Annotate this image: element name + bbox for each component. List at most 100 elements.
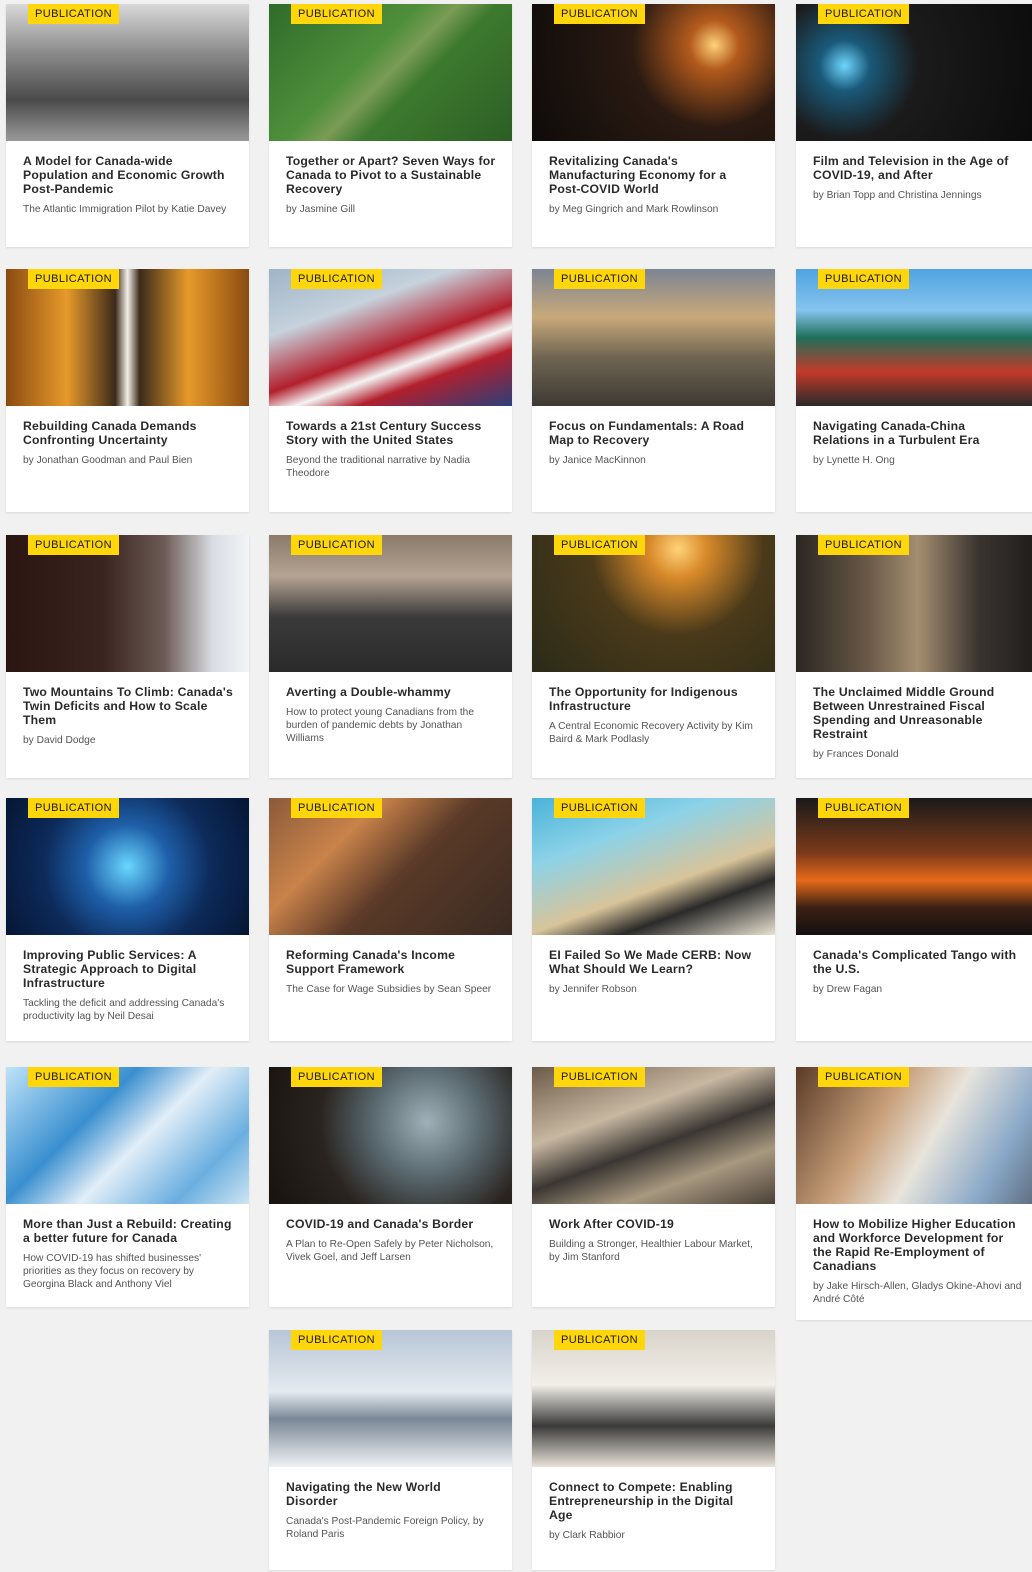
publication-card[interactable]: PUBLICATION EI Failed So We Made CERB: No… <box>532 798 775 1041</box>
publication-thumbnail[interactable]: PUBLICATION <box>796 4 1032 141</box>
publication-byline: by David Dodge <box>23 735 96 746</box>
publication-card[interactable]: PUBLICATION Navigating Canada-China Relat… <box>796 269 1032 512</box>
publication-title[interactable]: Reforming Canada's Income Support Framew… <box>286 948 496 976</box>
publication-card[interactable]: PUBLICATION Revitalizing Canada's Manufac… <box>532 4 775 247</box>
publication-title[interactable]: More than Just a Rebuild: Creating a bet… <box>23 1217 233 1245</box>
publication-thumbnail[interactable]: PUBLICATION <box>269 269 512 406</box>
publication-card[interactable]: PUBLICATION Together or Apart? Seven Ways… <box>269 4 512 247</box>
publication-byline: by Jennifer Robson <box>549 984 637 995</box>
publication-card[interactable]: PUBLICATION The Opportunity for Indigenou… <box>532 535 775 778</box>
publication-title[interactable]: The Unclaimed Middle Ground Between Unre… <box>813 685 1023 741</box>
publication-card[interactable]: PUBLICATION Navigating the New World Diso… <box>269 1330 512 1570</box>
publication-card[interactable]: PUBLICATION Two Mountains To Climb: Canad… <box>6 535 249 778</box>
publication-byline: The Atlantic Immigration Pilot by Katie … <box>23 204 227 215</box>
publication-card[interactable]: PUBLICATION More than Just a Rebuild: Cre… <box>6 1067 249 1307</box>
publication-badge: PUBLICATION <box>291 798 382 818</box>
publication-title[interactable]: Focus on Fundamentals: A Road Map to Rec… <box>549 419 759 447</box>
publication-thumbnail[interactable]: PUBLICATION <box>269 4 512 141</box>
publication-badge: PUBLICATION <box>818 535 909 555</box>
publication-title[interactable]: The Opportunity for Indigenous Infrastru… <box>549 685 759 713</box>
publication-card[interactable]: PUBLICATION A Model for Canada-wide Popul… <box>6 4 249 247</box>
publication-card[interactable]: PUBLICATION The Unclaimed Middle Ground B… <box>796 535 1032 778</box>
publication-title[interactable]: A Model for Canada-wide Population and E… <box>23 154 233 196</box>
publication-badge: PUBLICATION <box>28 798 119 818</box>
publication-title[interactable]: Work After COVID-19 <box>549 1217 759 1231</box>
publication-badge: PUBLICATION <box>818 798 909 818</box>
publication-badge: PUBLICATION <box>28 4 119 24</box>
publication-title[interactable]: Navigating the New World Disorder <box>286 1480 496 1508</box>
publication-byline: How COVID-19 has shifted businesses' pri… <box>23 1253 202 1290</box>
publication-badge: PUBLICATION <box>291 535 382 555</box>
publication-card[interactable]: PUBLICATION Rebuilding Canada Demands Con… <box>6 269 249 512</box>
publication-title[interactable]: Averting a Double-whammy <box>286 685 496 699</box>
publication-card[interactable]: PUBLICATION Towards a 21st Century Succes… <box>269 269 512 512</box>
publication-title[interactable]: Film and Television in the Age of COVID-… <box>813 154 1023 182</box>
publication-card[interactable]: PUBLICATION Averting a Double-whammy How t… <box>269 535 512 778</box>
publication-thumbnail[interactable]: PUBLICATION <box>532 535 775 672</box>
publication-byline: Tackling the deficit and addressing Cana… <box>23 998 225 1022</box>
publication-title[interactable]: Canada's Complicated Tango with the U.S. <box>813 948 1023 976</box>
publication-title[interactable]: Together or Apart? Seven Ways for Canada… <box>286 154 496 196</box>
publication-title[interactable]: EI Failed So We Made CERB: Now What Shou… <box>549 948 759 976</box>
publication-byline: Beyond the traditional narrative by Nadi… <box>286 455 471 479</box>
publication-card[interactable]: PUBLICATION Film and Television in the Ag… <box>796 4 1032 247</box>
publication-title[interactable]: Revitalizing Canada's Manufacturing Econ… <box>549 154 759 196</box>
publication-thumbnail[interactable]: PUBLICATION <box>796 798 1032 935</box>
publication-title[interactable]: Rebuilding Canada Demands Confronting Un… <box>23 419 233 447</box>
publication-thumbnail[interactable]: PUBLICATION <box>796 1067 1032 1204</box>
publication-thumbnail[interactable]: PUBLICATION <box>269 535 512 672</box>
publication-thumbnail[interactable]: PUBLICATION <box>532 1330 775 1467</box>
publication-badge: PUBLICATION <box>291 4 382 24</box>
publication-thumbnail[interactable]: PUBLICATION <box>269 1067 512 1204</box>
publication-card[interactable]: PUBLICATION Focus on Fundamentals: A Road… <box>532 269 775 512</box>
publication-byline: by Jasmine Gill <box>286 204 356 215</box>
publication-badge: PUBLICATION <box>554 269 645 289</box>
publication-badge: PUBLICATION <box>554 1067 645 1087</box>
publication-thumbnail[interactable]: PUBLICATION <box>532 1067 775 1204</box>
publication-title[interactable]: Navigating Canada-China Relations in a T… <box>813 419 1023 447</box>
publication-thumbnail[interactable]: PUBLICATION <box>532 798 775 935</box>
publication-byline: by Clark Rabbior <box>549 1530 625 1541</box>
publication-card[interactable]: PUBLICATION Canada's Complicated Tango wi… <box>796 798 1032 1041</box>
publication-card[interactable]: PUBLICATION Reforming Canada's Income Sup… <box>269 798 512 1041</box>
publication-byline: by Frances Donald <box>813 749 899 760</box>
publication-badge: PUBLICATION <box>818 269 909 289</box>
publication-badge: PUBLICATION <box>28 269 119 289</box>
publication-badge: PUBLICATION <box>818 1067 909 1087</box>
publication-card[interactable]: PUBLICATION How to Mobilize Higher Educat… <box>796 1067 1032 1320</box>
publication-byline: by Drew Fagan <box>813 984 883 995</box>
publication-thumbnail[interactable]: PUBLICATION <box>6 1067 249 1204</box>
publication-thumbnail[interactable]: PUBLICATION <box>532 269 775 406</box>
publication-byline: How to protect young Canadians from the … <box>286 707 475 744</box>
publication-byline: A Central Economic Recovery Activity by … <box>549 721 753 745</box>
publication-thumbnail[interactable]: PUBLICATION <box>796 535 1032 672</box>
publication-thumbnail[interactable]: PUBLICATION <box>6 535 249 672</box>
publication-card[interactable]: PUBLICATION Work After COVID-19 Building a… <box>532 1067 775 1307</box>
publication-title[interactable]: Two Mountains To Climb: Canada's Twin De… <box>23 685 233 727</box>
publication-thumbnail[interactable]: PUBLICATION <box>6 798 249 935</box>
publication-badge: PUBLICATION <box>554 535 645 555</box>
publication-title[interactable]: Connect to Compete: Enabling Entrepreneu… <box>549 1480 759 1522</box>
publication-badge: PUBLICATION <box>28 535 119 555</box>
publication-thumbnail[interactable]: PUBLICATION <box>796 269 1032 406</box>
publication-title[interactable]: How to Mobilize Higher Education and Wor… <box>813 1217 1023 1273</box>
publication-byline: by Lynette H. Ong <box>813 455 895 466</box>
publication-thumbnail[interactable]: PUBLICATION <box>532 4 775 141</box>
publication-byline: A Plan to Re-Open Safely by Peter Nichol… <box>286 1239 494 1263</box>
publication-card[interactable]: PUBLICATION COVID-19 and Canada's Border A… <box>269 1067 512 1307</box>
publication-card[interactable]: PUBLICATION Improving Public Services: A … <box>6 798 249 1041</box>
publication-badge: PUBLICATION <box>818 4 909 24</box>
publication-badge: PUBLICATION <box>291 269 382 289</box>
publication-title[interactable]: Towards a 21st Century Success Story wit… <box>286 419 496 447</box>
publication-byline: Building a Stronger, Healthier Labour Ma… <box>549 1239 753 1263</box>
publication-badge: PUBLICATION <box>554 798 645 818</box>
publication-thumbnail[interactable]: PUBLICATION <box>269 1330 512 1467</box>
publication-title[interactable]: COVID-19 and Canada's Border <box>286 1217 496 1231</box>
publication-byline: Canada's Post-Pandemic Foreign Policy, b… <box>286 1516 484 1540</box>
publication-thumbnail[interactable]: PUBLICATION <box>269 798 512 935</box>
publication-thumbnail[interactable]: PUBLICATION <box>6 4 249 141</box>
publication-badge: PUBLICATION <box>291 1067 382 1087</box>
publication-title[interactable]: Improving Public Services: A Strategic A… <box>23 948 233 990</box>
publication-thumbnail[interactable]: PUBLICATION <box>6 269 249 406</box>
publication-card[interactable]: PUBLICATION Connect to Compete: Enabling … <box>532 1330 775 1570</box>
